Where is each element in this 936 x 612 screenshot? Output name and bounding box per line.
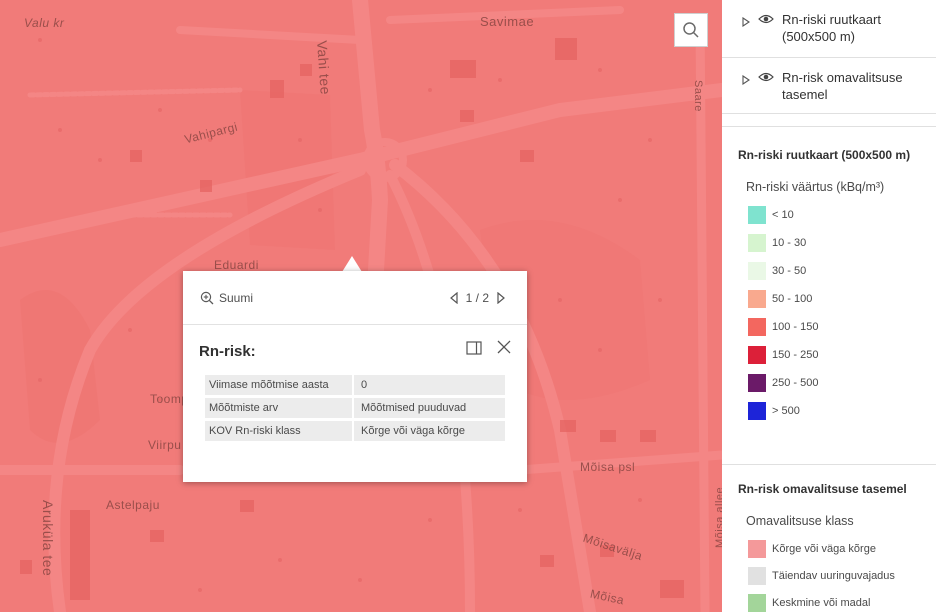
zoom-to-button[interactable]: Suumi [200, 289, 253, 307]
legend-item: 10 - 30 [748, 234, 806, 252]
legend-label: Täiendav uuringuvajadus [772, 570, 895, 582]
visibility-toggle[interactable] [758, 12, 774, 30]
legend-swatch [748, 374, 766, 392]
close-button[interactable] [496, 339, 512, 360]
zoom-in-icon [200, 291, 214, 305]
legend-swatch [748, 262, 766, 280]
attribute-value: Kõrge või väga kõrge [353, 419, 505, 444]
legend-subtitle: Rn-riski väärtus (kBq/m³) [746, 180, 885, 194]
legend-swatch [748, 290, 766, 308]
attribute-key: Mõõtmiste arv [205, 396, 354, 421]
layer-item-ruutkaart[interactable]: Rn-riski ruutkaart (500x500 m) [722, 0, 936, 58]
street-label: Astelpaju [106, 498, 160, 512]
street-label: Mõisa allee [714, 486, 722, 548]
eye-icon [758, 14, 774, 24]
legend-swatch [748, 402, 766, 420]
legend-item: Keskmine või madal [748, 594, 870, 612]
legend-swatch [748, 318, 766, 336]
triangle-right-icon [742, 74, 750, 86]
dock-button[interactable] [466, 341, 482, 360]
street-label: Viirpu [148, 438, 182, 452]
attribute-value: Mõõtmised puuduvad [353, 396, 505, 421]
previous-feature-button[interactable] [449, 292, 458, 304]
layer-list-panel: Rn-riski ruutkaart (500x500 m) Rn-risk o… [722, 0, 936, 612]
attribute-key: Viimase mõõtmise aasta [205, 375, 354, 398]
popup-toolbar: Suumi 1 / 2 [183, 271, 527, 325]
triangle-right-icon [742, 16, 750, 28]
legend-item: 100 - 150 [748, 318, 818, 336]
legend-label: > 500 [772, 405, 800, 417]
attribute-table: Viimase mõõtmise aasta 0 Mõõtmiste arv M… [205, 375, 505, 444]
legend-swatch [748, 594, 766, 612]
legend-swatch [748, 234, 766, 252]
triangle-left-icon [449, 292, 458, 304]
legend-item: 250 - 500 [748, 374, 818, 392]
legend-label: Keskmine või madal [772, 597, 871, 609]
street-label: Savimae [480, 14, 535, 29]
layer-label: Rn-risk omavalitsuse tasemel [782, 70, 903, 102]
street-label: Mõisa psl [580, 460, 636, 474]
attribute-key: KOV Rn-riski klass [205, 419, 354, 444]
legend-heading: Rn-risk omavalitsuse tasemel [738, 482, 907, 496]
legend-item: 50 - 100 [748, 290, 812, 308]
map-view[interactable]: Vahi tee Savimae Vahipargi Eduardi Toomp… [0, 0, 722, 612]
legend-label: 250 - 500 [772, 377, 819, 389]
legend-item: < 10 [748, 206, 794, 224]
legend-item: > 500 [748, 402, 800, 420]
legend-subtitle: Omavalitsuse klass [746, 514, 854, 528]
search-icon [683, 22, 699, 38]
search-button[interactable] [674, 13, 708, 47]
popup-title: Rn-risk: [199, 343, 256, 360]
street-label: Saare [692, 80, 704, 112]
street-label: Aruküla tee [40, 500, 56, 577]
expand-layer-button[interactable] [742, 14, 750, 32]
legend-item: 150 - 250 [748, 346, 818, 364]
legend-swatch [748, 567, 766, 585]
legend-label: 150 - 250 [772, 349, 819, 361]
eye-icon [758, 72, 774, 82]
layer-label: Rn-riski ruutkaart (500x500 m) [782, 12, 881, 44]
legend-item: Täiendav uuringuvajadus [748, 567, 895, 585]
street-label: Eduardi [214, 258, 259, 272]
legend-swatch [748, 346, 766, 364]
triangle-right-icon [497, 292, 505, 304]
visibility-toggle[interactable] [758, 70, 774, 88]
expand-layer-button[interactable] [742, 72, 750, 90]
zoom-label: Suumi [219, 291, 254, 305]
legend-swatch [748, 206, 766, 224]
legend-label: < 10 [772, 209, 794, 221]
legend-item: 30 - 50 [748, 262, 806, 280]
divider [722, 126, 936, 127]
legend-label: 10 - 30 [772, 237, 807, 249]
feature-popup: Suumi 1 / 2 Rn-risk: Viimase mõõtmise aa… [183, 271, 527, 482]
pager-text: 1 / 2 [465, 291, 489, 305]
table-row: Mõõtmiste arv Mõõtmised puuduvad [205, 396, 505, 421]
legend-label: 30 - 50 [772, 265, 807, 277]
feature-pager: 1 / 2 [449, 289, 505, 307]
dock-icon [466, 341, 482, 355]
attribute-value: 0 [353, 375, 505, 398]
popup-pointer [342, 256, 362, 272]
legend-label: 50 - 100 [772, 293, 813, 305]
next-feature-button[interactable] [497, 292, 505, 304]
legend-label: Kõrge või väga kõrge [772, 543, 876, 555]
table-row: Viimase mõõtmise aasta 0 [205, 375, 505, 398]
legend-swatch [748, 540, 766, 558]
legend-item: Kõrge või väga kõrge [748, 540, 876, 558]
street-label: Valu kr [24, 16, 65, 30]
close-icon [497, 340, 511, 354]
table-row: KOV Rn-riski klass Kõrge või väga kõrge [205, 419, 505, 444]
divider [722, 464, 936, 465]
layer-item-omavalitsus[interactable]: Rn-risk omavalitsuse tasemel [722, 58, 936, 114]
legend-label: 100 - 150 [772, 321, 819, 333]
legend-heading: Rn-riski ruutkaart (500x500 m) [738, 148, 911, 162]
